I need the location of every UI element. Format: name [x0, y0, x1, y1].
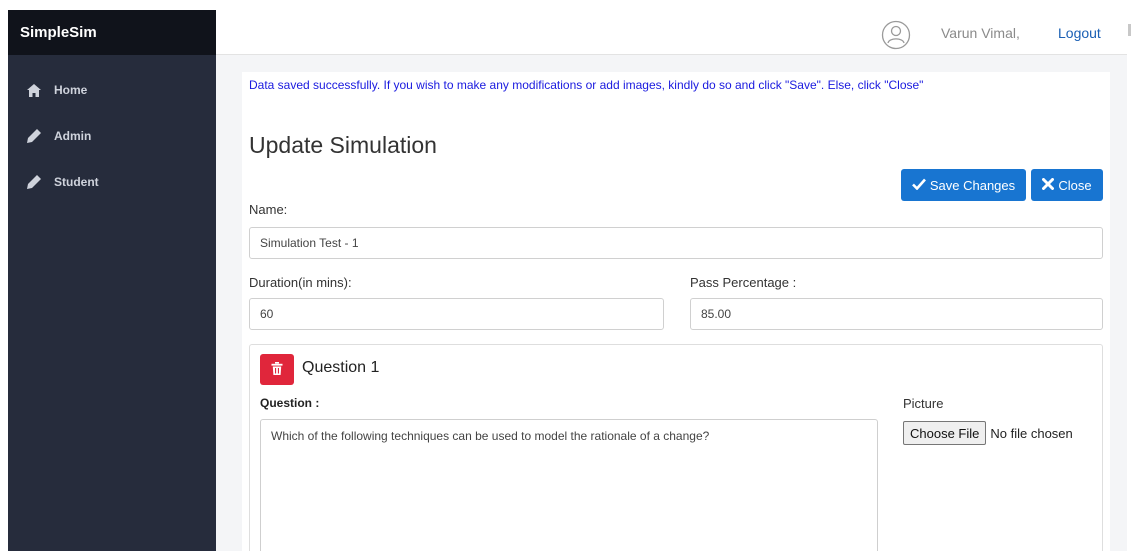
sidebar-nav: Home Admin Student: [8, 55, 216, 205]
question-title: Question 1: [302, 359, 380, 376]
pass-percentage-label: Pass Percentage :: [690, 275, 797, 290]
question-textarea[interactable]: Which of the following techniques can be…: [260, 419, 878, 551]
sidebar-item-student[interactable]: Student: [8, 159, 216, 205]
sidebar: SimpleSim Home Admin Student: [8, 10, 216, 551]
scrollbar[interactable]: [1128, 24, 1131, 36]
name-label: Name:: [249, 202, 288, 217]
file-status: No file chosen: [990, 425, 1073, 441]
trash-icon: [271, 361, 283, 378]
save-changes-button[interactable]: Save Changes: [901, 169, 1026, 201]
duration-input[interactable]: [249, 298, 664, 330]
sidebar-item-home[interactable]: Home: [8, 67, 216, 113]
picture-label: Picture: [903, 396, 944, 411]
top-header: Varun Vimal, Logout: [216, 10, 1127, 55]
home-icon: [24, 82, 44, 98]
user-name: Varun Vimal,: [941, 25, 1020, 41]
delete-question-button[interactable]: [260, 354, 294, 385]
pencil-icon: [24, 128, 44, 144]
picture-file-input: Choose File No file chosen: [903, 421, 1073, 445]
check-icon: [911, 178, 926, 193]
duration-label: Duration(in mins):: [249, 275, 352, 290]
close-label: Close: [1058, 177, 1092, 193]
close-icon: [1042, 177, 1055, 193]
choose-file-button[interactable]: Choose File: [903, 421, 987, 445]
success-alert: Data saved successfully. If you wish to …: [249, 78, 924, 92]
name-input[interactable]: [249, 227, 1103, 259]
sidebar-item-label: Student: [54, 175, 99, 189]
page-title: Update Simulation: [249, 132, 437, 158]
logout-link[interactable]: Logout: [1058, 25, 1101, 41]
close-button[interactable]: Close: [1031, 169, 1103, 201]
question-label: Question :: [260, 396, 320, 410]
save-changes-label: Save Changes: [929, 177, 1016, 193]
pencil-icon: [24, 174, 44, 190]
sidebar-item-label: Admin: [54, 129, 92, 143]
pass-percentage-input[interactable]: [690, 298, 1103, 330]
sidebar-item-label: Home: [54, 83, 88, 97]
brand-logo[interactable]: SimpleSim: [8, 10, 216, 55]
app-root: SimpleSim Home Admin Student Varun Vimal…: [0, 0, 1135, 551]
sidebar-item-admin[interactable]: Admin: [8, 113, 216, 159]
avatar[interactable]: [881, 20, 911, 50]
